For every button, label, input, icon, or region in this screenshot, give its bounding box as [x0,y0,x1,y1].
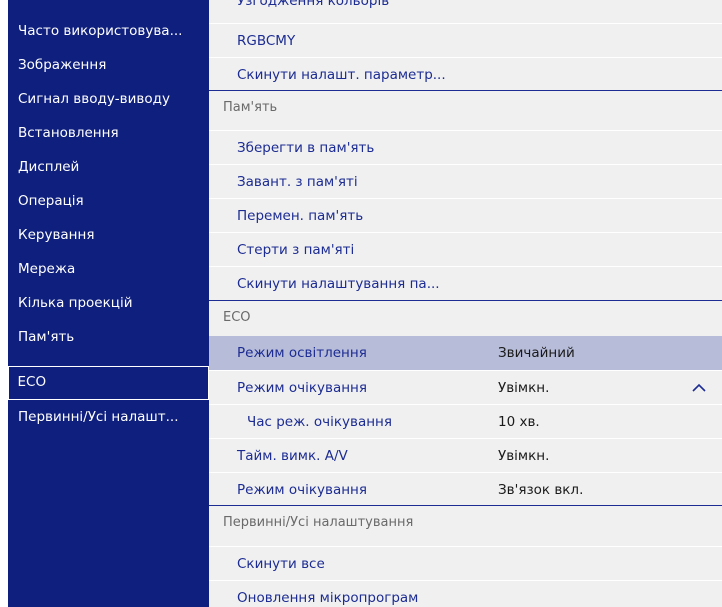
menu-row-reset-color-settings[interactable]: Скинути налашт. параметр... [209,57,722,91]
sidebar-item-installation[interactable]: Встановлення [8,116,209,150]
menu-row-color-matching[interactable]: Узгодження кольорів [209,0,722,18]
menu-row-rename-memory[interactable]: Перемен. пам'ять [209,198,722,232]
menu-row-firmware-update[interactable]: Оновлення мікропрограм [209,580,722,607]
menu-row-reset-all[interactable]: Скинути все [209,546,722,580]
sidebar-item-eco[interactable]: ECO [8,366,209,400]
row-label: Режим очікування [237,482,367,498]
sidebar-item-initial-settings[interactable]: Первинні/Усі налашт... [8,400,209,434]
sidebar-item-image[interactable]: Зображення [8,48,209,82]
row-value: Увімкн. [498,380,550,396]
row-label: Зберегти в пам'ять [237,140,375,156]
section-title: Первинні/Усі налаштування [223,515,414,530]
sidebar-item-display[interactable]: Дисплей [8,150,209,184]
sidebar-item-multi-projection[interactable]: Кілька проекцій [8,286,209,320]
row-value: 10 хв. [498,414,540,430]
section-title: ECO [223,310,251,325]
menu-row-load-memory[interactable]: Завант. з пам'яті [209,164,722,198]
sidebar-item-management[interactable]: Керування [8,218,209,252]
section-header-memory: Пам'ять [209,90,722,124]
section-header-eco: ECO [209,300,722,334]
row-value: Зв'язок вкл. [498,482,584,498]
row-label: Перемен. пам'ять [237,208,364,224]
menu-row-erase-memory[interactable]: Стерти з пам'яті [209,232,722,266]
section-title: Пам'ять [223,100,278,115]
row-label: Скинути налаштування па... [237,276,440,292]
menu-row-av-off-timer[interactable]: Тайм. вимк. A/V Увімкн. [209,438,722,472]
menu-row-light-mode[interactable]: Режим освітлення Звичайний [209,336,722,370]
row-label: Узгодження кольорів [237,0,390,9]
row-value: Увімкн. [498,448,550,464]
settings-panel: Узгодження кольорів RGBCMY Скинути налаш… [209,0,722,607]
sidebar-item-memory[interactable]: Пам'ять [8,320,209,354]
row-label: Стерти з пам'яті [237,242,355,258]
row-label: Тайм. вимк. A/V [237,448,348,464]
menu-row-save-memory[interactable]: Зберегти в пам'ять [209,130,722,164]
sidebar-item-frequently-used[interactable]: Часто використовува... [8,14,209,48]
row-value: Звичайний [498,345,575,361]
row-label: RGBCMY [237,33,296,49]
menu-row-standby-mode-network[interactable]: Режим очікування Зв'язок вкл. [209,472,722,506]
sidebar-item-signal-io[interactable]: Сигнал вводу-виводу [8,82,209,116]
chevron-up-icon[interactable] [691,381,707,395]
row-label: Завант. з пам'яті [237,174,358,190]
menu-row-standby-time[interactable]: Час реж. очікування 10 хв. [209,404,722,438]
sidebar-menu: Часто використовува... Зображення Сигнал… [8,0,209,607]
row-label: Скинути все [237,556,325,572]
sidebar-item-operation[interactable]: Операція [8,184,209,218]
row-label: Оновлення мікропрограм [237,590,419,606]
row-label: Час реж. очікування [247,414,392,430]
menu-row-rgbcmy[interactable]: RGBCMY [209,23,722,57]
row-label: Режим освітлення [237,345,367,361]
sidebar-item-network[interactable]: Мережа [8,252,209,286]
projector-menu: Часто використовува... Зображення Сигнал… [0,0,722,607]
row-label: Скинути налашт. параметр... [237,67,446,83]
menu-row-reset-memory[interactable]: Скинути налаштування па... [209,266,722,300]
section-header-initial-settings: Первинні/Усі налаштування [209,505,722,539]
row-label: Режим очікування [237,380,367,396]
menu-row-standby-mode[interactable]: Режим очікування Увімкн. [209,370,722,404]
